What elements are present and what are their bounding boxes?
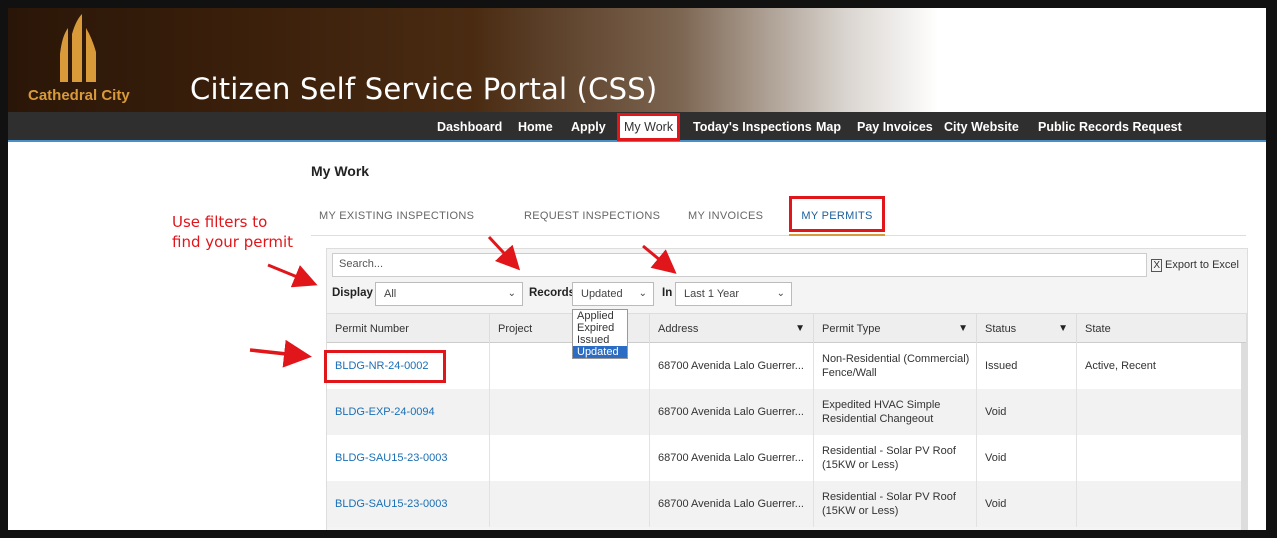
- records-option-expired[interactable]: Expired: [573, 322, 627, 334]
- cathedral-logo-icon: [60, 14, 96, 82]
- nav-dashboard[interactable]: Dashboard: [437, 112, 502, 142]
- chevron-down-icon: ⌄: [638, 288, 647, 299]
- records-option-applied[interactable]: Applied: [573, 310, 627, 322]
- permits-panel: Search... X Export to Excel Display All ⌄…: [324, 248, 1248, 530]
- logo-text: Cathedral City: [28, 87, 130, 104]
- records-value: Updated: [581, 288, 623, 300]
- page-title: My Work: [311, 163, 370, 179]
- column-status-label: Status: [985, 323, 1017, 335]
- nav-pay-invoices[interactable]: Pay Invoices: [857, 112, 933, 142]
- records-label: Records: [529, 287, 576, 299]
- cell-permit-number: BLDG-EXP-24-0094: [327, 389, 490, 435]
- tab-my-invoices[interactable]: MY INVOICES: [688, 196, 763, 236]
- cell-address: 68700 Avenida Lalo Guerrer...: [650, 343, 814, 389]
- filter-icon[interactable]: ▼: [1058, 314, 1068, 344]
- tab-request-inspections[interactable]: REQUEST INSPECTIONS: [524, 196, 660, 236]
- records-option-updated[interactable]: Updated: [573, 346, 627, 358]
- cell-project: [490, 435, 650, 481]
- in-label: In: [662, 287, 673, 299]
- table-row: BLDG-SAU15-23-0003 68700 Avenida Lalo Gu…: [327, 435, 1247, 481]
- in-value: Last 1 Year: [684, 288, 740, 300]
- table-row: BLDG-EXP-24-0094 68700 Avenida Lalo Guer…: [327, 389, 1247, 435]
- cell-status: Void: [977, 435, 1077, 481]
- highlight-box-permit: [324, 350, 446, 383]
- tab-bar: MY EXISTING INSPECTIONS REQUEST INSPECTI…: [311, 196, 1246, 236]
- permit-link[interactable]: BLDG-EXP-24-0094: [335, 405, 435, 419]
- main-nav: Dashboard Home Apply My Work Today's Ins…: [8, 112, 1266, 142]
- cell-state: [1077, 435, 1247, 481]
- portal-title: Citizen Self Service Portal (CSS): [190, 72, 658, 106]
- column-permit-type[interactable]: Permit Type ▼: [814, 314, 977, 344]
- permit-link[interactable]: BLDG-SAU15-23-0003: [335, 497, 448, 511]
- cell-status: Void: [977, 481, 1077, 527]
- cell-address: 68700 Avenida Lalo Guerrer...: [650, 481, 814, 527]
- cell-state: Active, Recent: [1077, 343, 1247, 389]
- export-label: Export to Excel: [1165, 259, 1239, 271]
- cell-status: Issued: [977, 343, 1077, 389]
- display-value: All: [384, 288, 397, 300]
- nav-city-website[interactable]: City Website: [944, 112, 1019, 142]
- cell-permit-number: BLDG-SAU15-23-0003: [327, 435, 490, 481]
- highlight-box-my-permits: [789, 196, 885, 232]
- nav-todays-inspections[interactable]: Today's Inspections: [693, 112, 812, 142]
- records-select[interactable]: Updated ⌄: [572, 282, 654, 306]
- column-state[interactable]: State: [1077, 314, 1247, 344]
- table-header: Permit Number Project Address ▼ Permit Ty…: [327, 313, 1247, 344]
- site-header: Cathedral City Citizen Self Service Port…: [8, 8, 1266, 112]
- column-status[interactable]: Status ▼: [977, 314, 1077, 344]
- cell-permit-number: BLDG-SAU15-23-0003: [327, 481, 490, 527]
- table-row: BLDG-SAU15-23-0003 68700 Avenida Lalo Gu…: [327, 481, 1247, 527]
- filter-icon[interactable]: ▼: [958, 314, 968, 344]
- display-select[interactable]: All ⌄: [375, 282, 523, 306]
- nav-home[interactable]: Home: [518, 112, 553, 142]
- nav-my-work[interactable]: My Work: [617, 113, 681, 141]
- tab-my-existing-inspections[interactable]: MY EXISTING INSPECTIONS: [319, 196, 474, 236]
- cell-permit-number: BLDG-NR-24-0002: [324, 343, 490, 389]
- cell-permit-type: Residential - Solar PV Roof (15KW or Les…: [814, 481, 977, 527]
- export-to-excel-button[interactable]: X Export to Excel: [1147, 253, 1243, 277]
- chevron-down-icon: ⌄: [507, 288, 516, 299]
- column-address-label: Address: [658, 323, 699, 335]
- cell-state: [1077, 481, 1247, 527]
- cell-permit-type: Residential - Solar PV Roof (15KW or Les…: [814, 435, 977, 481]
- screenshot-frame: Cathedral City Citizen Self Service Port…: [0, 0, 1277, 538]
- records-dropdown-list: Applied Expired Issued Updated: [572, 309, 628, 359]
- filter-icon[interactable]: ▼: [795, 314, 805, 344]
- cell-address: 68700 Avenida Lalo Guerrer...: [650, 435, 814, 481]
- annotation-text: Use filters to find your permit: [172, 212, 312, 252]
- cell-permit-type: Non-Residential (Commercial) Fence/Wall: [814, 343, 977, 389]
- cell-project: [490, 481, 650, 527]
- column-permit-number[interactable]: Permit Number: [327, 314, 490, 344]
- cell-permit-type: Expedited HVAC Simple Residential Change…: [814, 389, 977, 435]
- table-row: BLDG-NR-24-0002 68700 Avenida Lalo Guerr…: [324, 343, 1247, 389]
- permit-link[interactable]: BLDG-SAU15-23-0003: [335, 451, 448, 465]
- cell-state: [1077, 389, 1247, 435]
- column-address[interactable]: Address ▼: [650, 314, 814, 344]
- annotation-line-2: find your permit: [172, 233, 294, 251]
- column-permit-type-label: Permit Type: [822, 323, 881, 335]
- table-scrollbar[interactable]: [1241, 343, 1247, 530]
- annotation-line-1: Use filters to: [172, 213, 268, 231]
- chevron-down-icon: ⌄: [776, 288, 785, 299]
- cell-status: Void: [977, 389, 1077, 435]
- nav-public-records[interactable]: Public Records Request: [1038, 112, 1182, 142]
- search-input[interactable]: Search...: [332, 253, 1147, 277]
- records-option-issued[interactable]: Issued: [573, 334, 627, 346]
- nav-apply[interactable]: Apply: [571, 112, 606, 142]
- cell-address: 68700 Avenida Lalo Guerrer...: [650, 389, 814, 435]
- nav-map[interactable]: Map: [816, 112, 841, 142]
- display-label: Display: [332, 287, 373, 299]
- cell-project: [490, 389, 650, 435]
- excel-icon: X: [1151, 259, 1163, 272]
- in-select[interactable]: Last 1 Year ⌄: [675, 282, 792, 306]
